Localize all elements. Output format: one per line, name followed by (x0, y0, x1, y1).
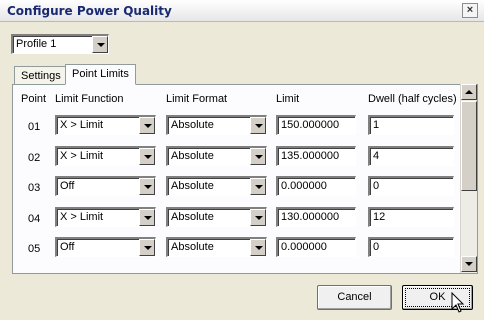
limit-input[interactable]: 150.000000 (276, 115, 356, 135)
point-number: 03 (28, 182, 41, 194)
chevron-down-icon[interactable] (139, 117, 155, 134)
limit-format-value: Absolute (171, 241, 214, 253)
tab-point-limits-label: Point Limits (72, 68, 129, 80)
limit-function-select[interactable]: X > Limit (55, 115, 156, 135)
vertical-scrollbar[interactable] (460, 84, 477, 273)
point-number: 04 (28, 213, 41, 225)
chevron-down-icon[interactable] (250, 148, 266, 165)
close-icon: × (466, 4, 474, 16)
column-header-limit-format: Limit Format (166, 93, 228, 105)
title-bar: Configure Power Quality × (0, 0, 484, 22)
dwell-input[interactable]: 0 (368, 237, 454, 257)
dwell-input[interactable]: 0 (368, 176, 454, 196)
chevron-down-icon[interactable] (250, 209, 266, 226)
limit-format-value: Absolute (171, 150, 214, 162)
dwell-input[interactable]: 4 (368, 146, 454, 166)
dwell-input[interactable]: 12 (368, 207, 454, 227)
limit-format-select[interactable]: Absolute (166, 207, 267, 227)
limit-function-value: X > Limit (60, 119, 104, 131)
tab-settings[interactable]: Settings (14, 66, 66, 86)
limit-format-select[interactable]: Absolute (166, 176, 267, 196)
limit-function-value: Off (60, 241, 75, 253)
scroll-down-button[interactable] (461, 256, 477, 272)
limit-function-value: X > Limit (60, 150, 104, 162)
limit-function-select[interactable]: X > Limit (55, 207, 156, 227)
chevron-down-icon[interactable] (139, 209, 155, 226)
chevron-down-icon[interactable] (250, 239, 266, 256)
mouse-pointer-icon (451, 292, 465, 313)
chevron-down-icon[interactable] (139, 239, 155, 256)
chevron-down-icon[interactable] (139, 148, 155, 165)
scroll-thumb[interactable] (461, 101, 477, 191)
profile-select-value: Profile 1 (16, 38, 57, 50)
point-number: 01 (28, 121, 41, 133)
chevron-down-icon[interactable] (250, 178, 266, 195)
close-button[interactable]: × (462, 3, 478, 18)
chevron-down-icon[interactable] (139, 178, 155, 195)
scroll-up-button[interactable] (461, 84, 477, 100)
limit-input[interactable]: 0.000000 (276, 176, 356, 196)
column-header-point: Point (21, 93, 47, 105)
chevron-down-icon[interactable] (250, 117, 266, 134)
limit-input[interactable]: 135.000000 (276, 146, 356, 166)
point-number: 05 (28, 243, 41, 255)
limit-format-select[interactable]: Absolute (166, 146, 267, 166)
limit-format-value: Absolute (171, 211, 214, 223)
limit-input[interactable]: 0.000000 (276, 237, 356, 257)
limit-format-select[interactable]: Absolute (166, 237, 267, 257)
limit-format-value: Absolute (171, 180, 214, 192)
cancel-button[interactable]: Cancel (317, 285, 392, 310)
limit-function-select[interactable]: Off (55, 176, 156, 196)
column-header-limit-function: Limit Function (55, 93, 124, 105)
limit-function-select[interactable]: X > Limit (55, 146, 156, 166)
limit-format-select[interactable]: Absolute (166, 115, 267, 135)
dwell-input[interactable]: 1 (368, 115, 454, 135)
point-number: 02 (28, 152, 41, 164)
limit-function-value: Off (60, 180, 75, 192)
limit-format-value: Absolute (171, 119, 214, 131)
chevron-down-icon[interactable] (92, 36, 108, 53)
limit-function-select[interactable]: Off (55, 237, 156, 257)
window-title: Configure Power Quality (7, 4, 172, 18)
tab-point-limits[interactable]: Point Limits (65, 64, 136, 85)
limit-input[interactable]: 130.000000 (276, 207, 356, 227)
column-header-limit: Limit (276, 93, 300, 105)
column-header-dwell: Dwell (half cycles) (368, 93, 457, 105)
profile-select[interactable]: Profile 1 (11, 34, 109, 54)
tab-settings-label: Settings (21, 70, 61, 82)
limit-function-value: X > Limit (60, 211, 104, 223)
